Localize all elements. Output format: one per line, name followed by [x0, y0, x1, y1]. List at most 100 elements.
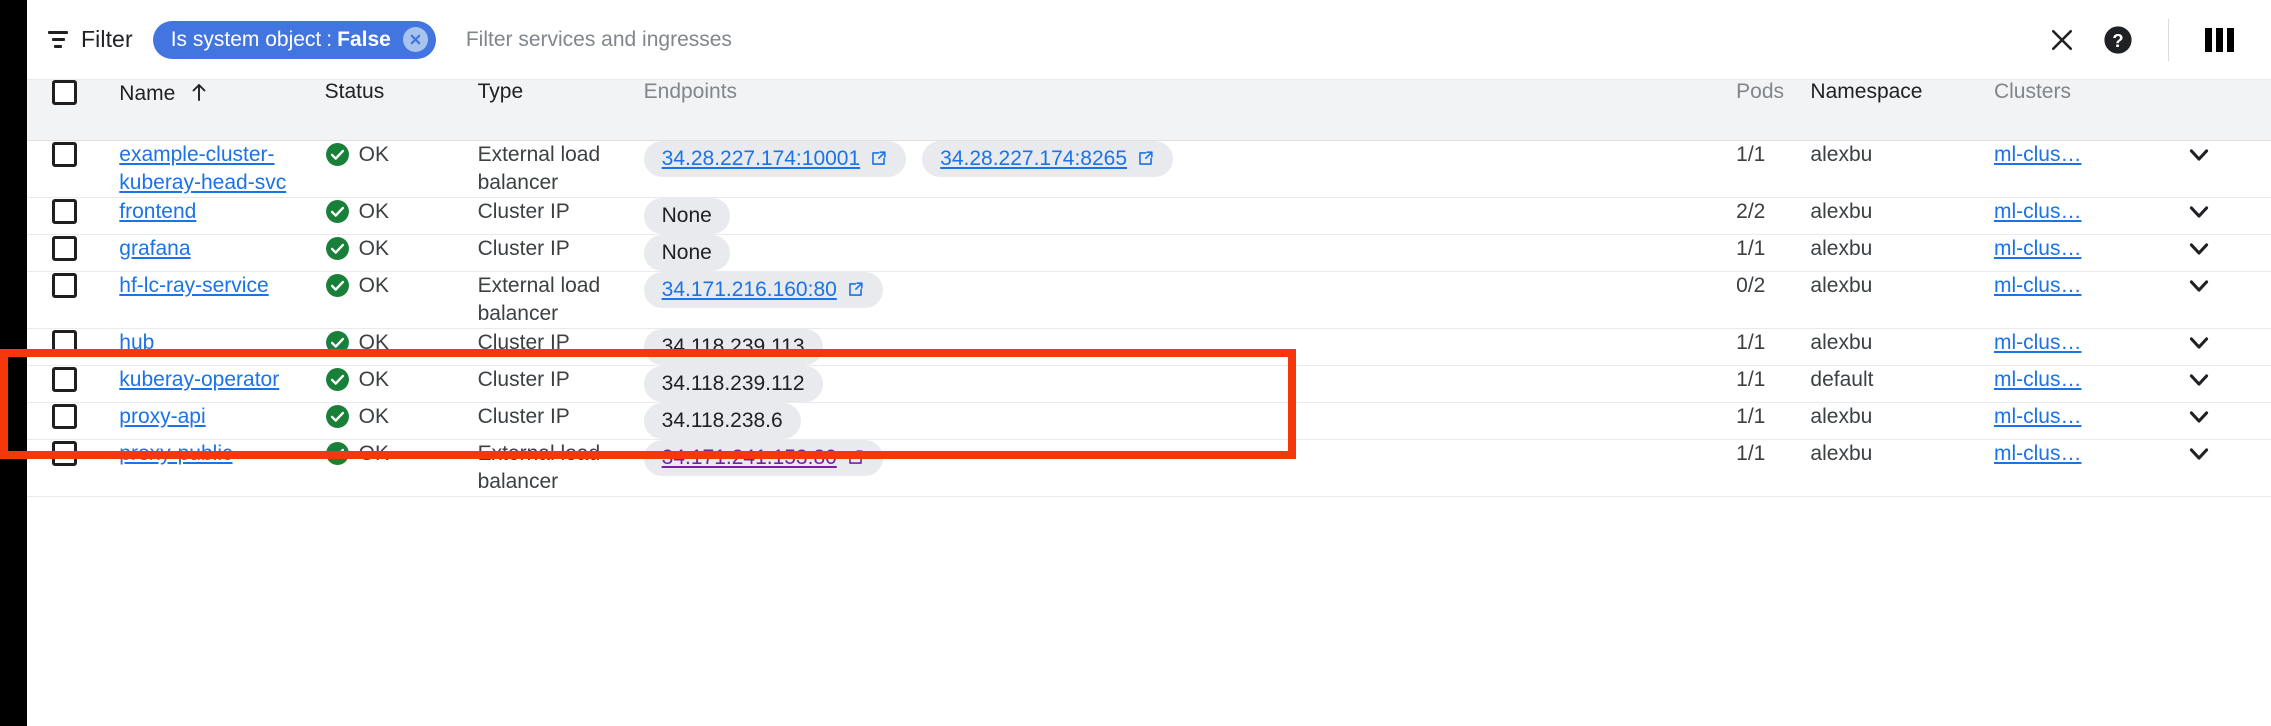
endpoint-chip[interactable]: 34.28.227.174:10001: [643, 140, 907, 177]
cluster-link[interactable]: ml-clus…: [1994, 143, 2082, 166]
expand-row-chevron-down-icon[interactable]: [2173, 403, 2263, 431]
endpoint-link[interactable]: 34.28.227.174:8265: [940, 145, 1127, 173]
row-checkbox[interactable]: [51, 329, 77, 355]
row-status-cell: OK: [306, 402, 460, 440]
type-label: External load balancer: [477, 441, 601, 493]
expand-row-chevron-down-icon[interactable]: [2173, 141, 2263, 169]
row-status-cell: OK: [306, 197, 460, 235]
namespace-label: alexbu: [1810, 199, 1873, 223]
status-ok-icon: [325, 404, 350, 429]
select-all-checkbox[interactable]: [51, 80, 77, 105]
endpoint-chip[interactable]: 34.28.227.174:8265: [922, 140, 1174, 177]
column-header-clusters[interactable]: Clusters: [1975, 80, 2173, 141]
table-row[interactable]: proxy-public OK External load balancer 34.1…: [27, 439, 2271, 497]
column-display-options-icon[interactable]: [2191, 12, 2247, 68]
endpoint-chip: None: [643, 234, 730, 271]
row-checkbox[interactable]: [51, 440, 77, 466]
service-name-link[interactable]: proxy-public: [119, 442, 232, 465]
table-row[interactable]: frontend OK Cluster IP None 2/2 alexbu ml-clus…: [27, 197, 2271, 235]
cluster-link[interactable]: ml-clus…: [1994, 237, 2082, 260]
row-select-cell: [27, 365, 102, 403]
status-label: OK: [358, 367, 389, 391]
row-pods-cell: 0/2: [1718, 271, 1793, 329]
row-expand-cell: [2172, 439, 2271, 497]
chip-close-icon[interactable]: [402, 27, 428, 52]
endpoint-chip: 34.118.239.113: [643, 328, 823, 365]
endpoint-link[interactable]: 34.171.241.153:80: [662, 444, 837, 472]
toolbar-divider: [2168, 18, 2169, 61]
cluster-link[interactable]: ml-clus…: [1994, 405, 2082, 428]
row-checkbox[interactable]: [51, 272, 77, 298]
column-header-endpoints[interactable]: Endpoints: [625, 80, 1719, 141]
row-name-cell: frontend: [101, 197, 307, 235]
row-checkbox[interactable]: [51, 235, 77, 261]
help-icon[interactable]: ?: [2090, 12, 2146, 68]
sort-ascending-icon: [191, 82, 207, 108]
service-name-link[interactable]: example-cluster-kuberay-head-svc: [119, 143, 286, 194]
cluster-link[interactable]: ml-clus…: [1994, 274, 2082, 297]
service-name-link[interactable]: hub: [119, 331, 154, 354]
row-namespace-cell: alexbu: [1792, 328, 1976, 366]
filter-chip-is-system-object[interactable]: Is system object : False: [152, 20, 436, 59]
row-name-cell: grafana: [101, 234, 307, 272]
row-checkbox[interactable]: [51, 198, 77, 224]
type-label: External load balancer: [477, 142, 601, 194]
status-label: OK: [358, 404, 389, 428]
expand-row-chevron-down-icon[interactable]: [2173, 198, 2263, 226]
filter-control[interactable]: Filter: [45, 26, 133, 53]
row-checkbox[interactable]: [51, 366, 77, 392]
status-ok-icon: [325, 236, 350, 261]
table-row[interactable]: hub OK Cluster IP 34.118.239.113 1/1 alexbu ml…: [27, 328, 2271, 366]
row-expand-cell: [2172, 197, 2271, 235]
table-row[interactable]: kuberay-operator OK Cluster IP 34.118.239.1…: [27, 365, 2271, 403]
service-name-link[interactable]: proxy-api: [119, 405, 205, 428]
search-input[interactable]: [463, 26, 2034, 53]
cluster-link[interactable]: ml-clus…: [1994, 442, 2082, 465]
select-all-header: [27, 80, 102, 141]
namespace-label: default: [1810, 367, 1874, 391]
service-name-link[interactable]: hf-lc-ray-service: [119, 274, 268, 297]
endpoint-chip[interactable]: 34.171.216.160:80: [643, 271, 883, 308]
row-pods-cell: 1/1: [1718, 439, 1793, 497]
service-name-link[interactable]: grafana: [119, 237, 190, 260]
column-header-status[interactable]: Status: [306, 80, 460, 141]
table-row[interactable]: grafana OK Cluster IP None 1/1 alexbu ml-clus…: [27, 234, 2271, 272]
table-row[interactable]: example-cluster-kuberay-head-svc OK Extern…: [27, 140, 2271, 198]
row-name-cell: kuberay-operator: [101, 365, 307, 403]
status-label: OK: [358, 330, 389, 354]
row-pods-cell: 1/1: [1718, 402, 1793, 440]
service-name-link[interactable]: kuberay-operator: [119, 368, 279, 391]
expand-row-chevron-down-icon[interactable]: [2173, 235, 2263, 263]
table-row[interactable]: proxy-api OK Cluster IP 34.118.238.6 1/1 alex…: [27, 402, 2271, 440]
row-checkbox[interactable]: [51, 141, 77, 167]
column-header-pods[interactable]: Pods: [1718, 80, 1793, 141]
row-namespace-cell: alexbu: [1792, 439, 1976, 497]
endpoint-chip[interactable]: 34.171.241.153:80: [643, 439, 883, 476]
cluster-link[interactable]: ml-clus…: [1994, 368, 2082, 391]
row-endpoints-cell: 34.118.239.112: [625, 365, 1719, 403]
external-link-icon: [846, 448, 865, 467]
status-ok-icon: [325, 142, 350, 167]
column-header-type[interactable]: Type: [459, 80, 626, 141]
status-ok-icon: [325, 330, 350, 355]
status-label: OK: [358, 142, 389, 166]
row-checkbox[interactable]: [51, 403, 77, 429]
expand-row-chevron-down-icon[interactable]: [2173, 329, 2263, 357]
column-header-clusters-label: Clusters: [1993, 80, 2071, 103]
expand-row-chevron-down-icon[interactable]: [2173, 440, 2263, 468]
endpoint-link[interactable]: 34.28.227.174:10001: [662, 145, 861, 173]
close-icon[interactable]: [2034, 12, 2090, 68]
namespace-label: alexbu: [1810, 273, 1873, 297]
column-header-name[interactable]: Name: [101, 80, 307, 141]
column-header-namespace[interactable]: Namespace: [1792, 80, 1976, 141]
service-name-link[interactable]: frontend: [119, 200, 196, 223]
namespace-label: alexbu: [1810, 236, 1873, 260]
table-row[interactable]: hf-lc-ray-service OK External load balance…: [27, 271, 2271, 329]
expand-row-chevron-down-icon[interactable]: [2173, 366, 2263, 394]
cluster-link[interactable]: ml-clus…: [1994, 200, 2082, 223]
row-select-cell: [27, 140, 102, 198]
endpoint-link[interactable]: 34.171.216.160:80: [662, 276, 837, 304]
expand-row-chevron-down-icon[interactable]: [2173, 272, 2263, 300]
row-expand-cell: [2172, 365, 2271, 403]
cluster-link[interactable]: ml-clus…: [1994, 331, 2082, 354]
